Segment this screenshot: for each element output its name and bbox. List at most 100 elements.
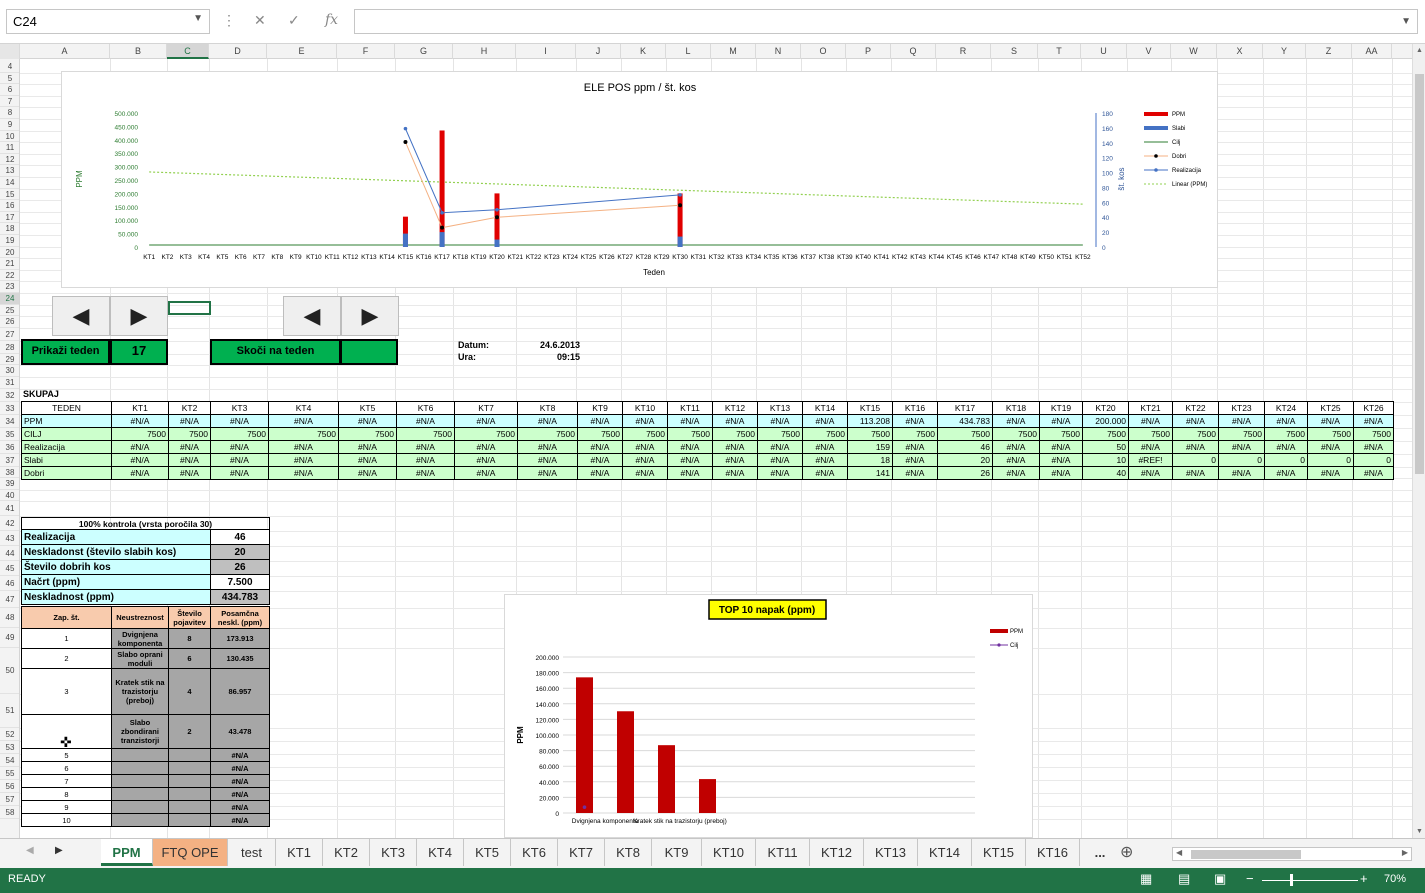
- skupaj-cell[interactable]: 7500: [992, 427, 1040, 441]
- sheet-tab[interactable]: KT3: [370, 839, 417, 866]
- row-header[interactable]: 17: [0, 212, 19, 224]
- skupaj-cell[interactable]: #N/A: [622, 453, 668, 467]
- skupaj-cell[interactable]: #N/A: [268, 440, 339, 454]
- skupaj-cell[interactable]: #N/A: [517, 414, 578, 428]
- skupaj-header-cell[interactable]: KT16: [892, 401, 938, 415]
- skupaj-cell[interactable]: #N/A: [1172, 466, 1219, 480]
- skupaj-cell[interactable]: #N/A: [210, 453, 269, 467]
- skupaj-cell[interactable]: #N/A: [1353, 440, 1394, 454]
- scroll-thumb[interactable]: [1415, 74, 1424, 474]
- napake-cell[interactable]: [168, 761, 211, 775]
- kontrola-label[interactable]: Realizacija: [21, 529, 211, 545]
- napake-cell[interactable]: Slabo oprani moduli: [111, 648, 169, 669]
- napake-cell[interactable]: 86.957: [210, 668, 270, 715]
- skupaj-cell[interactable]: 7500: [802, 427, 848, 441]
- skupaj-cell[interactable]: #N/A: [757, 453, 803, 467]
- row-header[interactable]: 44: [0, 546, 19, 562]
- column-header-aa[interactable]: AA: [1352, 44, 1392, 59]
- row-header[interactable]: 53: [0, 741, 19, 755]
- skupaj-cell[interactable]: #N/A: [210, 414, 269, 428]
- column-header-m[interactable]: M: [711, 44, 756, 59]
- skupaj-cell[interactable]: 0: [1218, 453, 1265, 467]
- top10-chart[interactable]: TOP 10 napak (ppm) PPM 200.000 180.000 160…: [504, 594, 1033, 838]
- skupaj-cell[interactable]: 0: [1307, 453, 1354, 467]
- skupaj-cell[interactable]: #N/A: [210, 440, 269, 454]
- skupaj-cell[interactable]: #N/A: [168, 453, 211, 467]
- column-header-v[interactable]: V: [1127, 44, 1171, 59]
- skupaj-cell[interactable]: 141: [847, 466, 893, 480]
- skupaj-cell[interactable]: #N/A: [338, 440, 397, 454]
- skoci-na-teden-value[interactable]: [340, 339, 398, 365]
- skupaj-header-cell[interactable]: KT6: [396, 401, 455, 415]
- skupaj-cell[interactable]: 7500: [1082, 427, 1129, 441]
- page-break-icon[interactable]: ▣: [1214, 871, 1226, 887]
- skupaj-cell[interactable]: PPM: [21, 414, 112, 428]
- napake-cell[interactable]: 4: [168, 668, 211, 715]
- row-header[interactable]: 12: [0, 154, 19, 166]
- skupaj-cell[interactable]: 7500: [517, 427, 578, 441]
- skupaj-cell[interactable]: #N/A: [1218, 440, 1265, 454]
- row-header[interactable]: 38: [0, 467, 19, 479]
- skupaj-cell[interactable]: #N/A: [396, 440, 455, 454]
- row-header[interactable]: 42: [0, 516, 19, 532]
- skupaj-cell[interactable]: 7500: [622, 427, 668, 441]
- vertical-scrollbar[interactable]: ▲ ▼: [1412, 44, 1425, 838]
- kontrola-value[interactable]: 20: [210, 544, 270, 560]
- skupaj-cell[interactable]: 0: [1172, 453, 1219, 467]
- row-header[interactable]: 7: [0, 96, 19, 108]
- scroll-tabs-right-icon[interactable]: ▶: [55, 845, 63, 856]
- skupaj-header-cell[interactable]: KT11: [667, 401, 713, 415]
- skupaj-header-cell[interactable]: KT4: [268, 401, 339, 415]
- ppm-chart[interactable]: ELE POS ppm / št. kos Teden PPM št. kos …: [61, 71, 1218, 288]
- kontrola-value[interactable]: 46: [210, 529, 270, 545]
- row-header[interactable]: 31: [0, 377, 19, 389]
- column-header-x[interactable]: X: [1217, 44, 1263, 59]
- row-header[interactable]: 54: [0, 754, 19, 768]
- napake-cell[interactable]: #N/A: [210, 800, 270, 814]
- row-header[interactable]: 28: [0, 341, 19, 354]
- column-header-a[interactable]: A: [20, 44, 110, 59]
- kontrola-label[interactable]: Število dobrih kos: [21, 559, 211, 575]
- skupaj-cell[interactable]: #N/A: [892, 466, 938, 480]
- skupaj-cell[interactable]: 7500: [168, 427, 211, 441]
- row-header[interactable]: 25: [0, 305, 19, 317]
- napake-cell[interactable]: 43.478: [210, 714, 270, 749]
- row-header[interactable]: 11: [0, 142, 19, 154]
- column-header-j[interactable]: J: [576, 44, 621, 59]
- skupaj-cell[interactable]: 18: [847, 453, 893, 467]
- next-week-button[interactable]: ▶: [110, 296, 168, 336]
- napake-cell[interactable]: 8: [21, 787, 112, 801]
- skupaj-cell[interactable]: #N/A: [1264, 414, 1308, 428]
- row-header[interactable]: 15: [0, 189, 19, 201]
- napake-cell[interactable]: 2: [168, 714, 211, 749]
- skupaj-cell[interactable]: #N/A: [1264, 466, 1308, 480]
- normal-view-icon[interactable]: ▦: [1140, 871, 1152, 887]
- skupaj-cell[interactable]: #N/A: [396, 453, 455, 467]
- skupaj-cell[interactable]: #N/A: [992, 414, 1040, 428]
- skupaj-cell[interactable]: #N/A: [396, 466, 455, 480]
- skupaj-cell[interactable]: #N/A: [111, 414, 169, 428]
- napake-cell[interactable]: #N/A: [210, 774, 270, 788]
- skupaj-cell[interactable]: #N/A: [210, 466, 269, 480]
- skupaj-cell[interactable]: #N/A: [1128, 466, 1173, 480]
- kontrola-value[interactable]: 7.500: [210, 574, 270, 590]
- skupaj-cell[interactable]: 113.208: [847, 414, 893, 428]
- skupaj-cell[interactable]: #N/A: [111, 453, 169, 467]
- skupaj-cell[interactable]: #N/A: [577, 466, 623, 480]
- column-header-w[interactable]: W: [1171, 44, 1217, 59]
- skupaj-cell[interactable]: #N/A: [454, 466, 518, 480]
- row-header[interactable]: 26: [0, 316, 19, 328]
- napake-cell[interactable]: [168, 774, 211, 788]
- column-header-t[interactable]: T: [1038, 44, 1081, 59]
- row-header[interactable]: 35: [0, 428, 19, 441]
- column-header-l[interactable]: L: [666, 44, 711, 59]
- napake-cell[interactable]: 2: [21, 648, 112, 669]
- sheet-tab[interactable]: PPM: [101, 839, 153, 866]
- napake-cell[interactable]: [111, 800, 169, 814]
- row-header[interactable]: 40: [0, 490, 19, 502]
- column-header-k[interactable]: K: [621, 44, 666, 59]
- row-header[interactable]: 48: [0, 608, 19, 629]
- skupaj-cell[interactable]: #N/A: [111, 440, 169, 454]
- hscroll-left-icon[interactable]: ◀: [1176, 848, 1182, 857]
- skupaj-cell[interactable]: #N/A: [757, 414, 803, 428]
